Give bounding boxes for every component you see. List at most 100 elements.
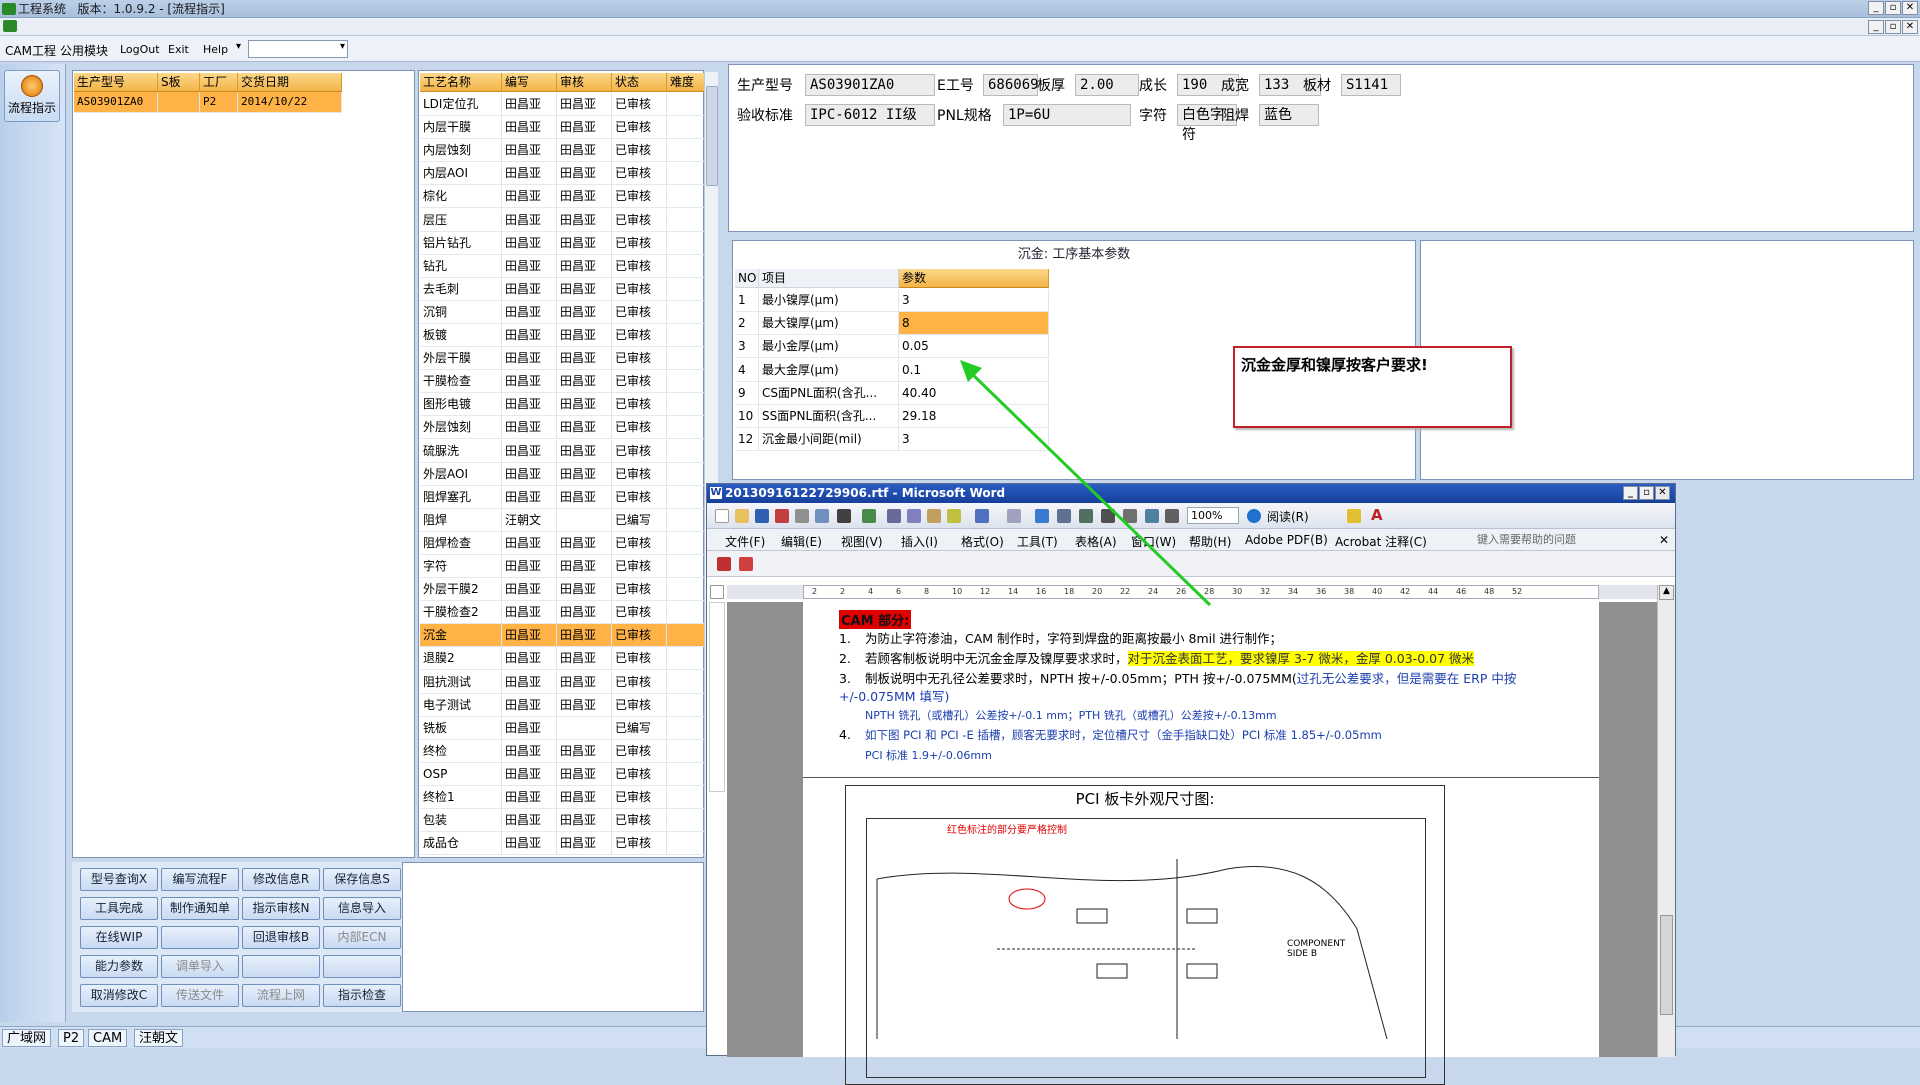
action-button[interactable]: 传送文件 — [161, 984, 239, 1007]
table-cell[interactable]: 已审核 — [612, 739, 667, 763]
table-cell[interactable]: 田昌亚 — [502, 555, 557, 578]
table-cell[interactable]: 田昌亚 — [502, 739, 557, 763]
field-value[interactable]: 1P=6U — [1003, 104, 1131, 126]
table-cell[interactable]: 电子测试 — [420, 693, 502, 717]
table-cell[interactable] — [557, 508, 612, 532]
table-cell[interactable] — [667, 647, 705, 671]
word-menu-close-icon[interactable]: ✕ — [1659, 533, 1669, 547]
word-minimize-icon[interactable]: _ — [1623, 486, 1638, 500]
table-cell[interactable] — [667, 601, 705, 625]
grid-header[interactable]: 项目 — [759, 269, 899, 288]
table-cell[interactable]: 已审核 — [612, 670, 667, 694]
table-cell[interactable]: 田昌亚 — [557, 555, 612, 578]
table-cell[interactable]: 田昌亚 — [502, 786, 557, 809]
table-cell[interactable]: 8 — [899, 312, 1049, 336]
table-cell[interactable]: 田昌亚 — [557, 624, 612, 648]
table-cell[interactable] — [667, 185, 705, 209]
table-cell[interactable] — [667, 324, 705, 347]
table-cell[interactable]: 田昌亚 — [502, 347, 557, 371]
table-cell[interactable]: 已审核 — [612, 531, 667, 555]
table-cell[interactable] — [667, 462, 705, 486]
table-cell[interactable]: 田昌亚 — [502, 416, 557, 440]
table-cell[interactable]: 田昌亚 — [557, 670, 612, 694]
table-cell[interactable] — [667, 670, 705, 694]
table-cell[interactable]: 田昌亚 — [557, 416, 612, 440]
table-cell[interactable]: 田昌亚 — [502, 809, 557, 833]
table-cell[interactable]: 已审核 — [612, 116, 667, 140]
action-button[interactable]: 修改信息R — [242, 868, 320, 891]
table-cell[interactable]: 田昌亚 — [557, 116, 612, 140]
table-cell[interactable]: 田昌亚 — [557, 601, 612, 625]
table-cell[interactable]: 2014/10/22 — [238, 92, 342, 113]
table-cell[interactable]: 终检 — [420, 739, 502, 763]
table-cell[interactable]: 田昌亚 — [557, 393, 612, 417]
table-cell[interactable]: 已审核 — [612, 324, 667, 347]
table-cell[interactable]: 硫脲洗 — [420, 439, 502, 463]
action-button[interactable]: 指示检查 — [323, 984, 401, 1007]
table-cell[interactable]: 包装 — [420, 809, 502, 833]
table-cell[interactable]: 汪朝文 — [502, 508, 557, 532]
action-button[interactable]: 流程上网 — [242, 984, 320, 1007]
spell-icon[interactable] — [862, 509, 876, 523]
tab-selector[interactable] — [710, 585, 724, 599]
paste-icon[interactable] — [927, 509, 941, 523]
table-cell[interactable]: 田昌亚 — [557, 324, 612, 347]
table-cell[interactable]: 已审核 — [612, 809, 667, 833]
table-cell[interactable]: 已审核 — [612, 624, 667, 648]
grid-header[interactable]: 审核 — [557, 73, 612, 92]
table-cell[interactable] — [667, 231, 705, 255]
table-cell[interactable]: 已审核 — [612, 254, 667, 278]
scroll-up-icon[interactable]: ▲ — [1659, 585, 1674, 600]
table-cell[interactable] — [667, 439, 705, 463]
table-cell[interactable]: 田昌亚 — [502, 832, 557, 856]
table-cell[interactable]: 田昌亚 — [557, 231, 612, 255]
action-button[interactable]: 型号查询X — [80, 868, 158, 891]
table-cell[interactable]: 阻抗测试 — [420, 670, 502, 694]
table-cell[interactable]: 田昌亚 — [502, 716, 557, 740]
word-menu-item[interactable]: 插入(I) — [901, 533, 938, 550]
table-cell[interactable]: 已审核 — [612, 93, 667, 116]
table-cell[interactable]: 已审核 — [612, 347, 667, 371]
grid-header[interactable]: 状态 — [612, 73, 667, 92]
menu-cam[interactable]: CAM工程 — [5, 42, 56, 59]
table-cell[interactable]: 田昌亚 — [502, 647, 557, 671]
table-cell[interactable]: 已审核 — [612, 439, 667, 463]
permission-icon[interactable] — [775, 509, 789, 523]
table-cell[interactable] — [667, 416, 705, 440]
table-cell[interactable]: 内层蚀刻 — [420, 139, 502, 163]
word-menu-item[interactable]: Adobe PDF(B) — [1245, 533, 1328, 547]
action-button[interactable]: 取消修改C — [80, 984, 158, 1007]
table-cell[interactable]: 棕化 — [420, 185, 502, 209]
table-cell[interactable] — [667, 739, 705, 763]
action-button[interactable]: 内部ECN — [323, 926, 401, 949]
table-cell[interactable]: 成品仓 — [420, 832, 502, 856]
table-cell[interactable]: 田昌亚 — [557, 832, 612, 856]
table-cell[interactable]: 田昌亚 — [557, 462, 612, 486]
action-button[interactable]: 工具完成 — [80, 897, 158, 920]
table-cell[interactable]: 田昌亚 — [502, 162, 557, 186]
table-cell[interactable] — [667, 693, 705, 717]
maximize-icon[interactable]: ▫ — [1885, 1, 1901, 15]
table-cell[interactable]: 0.05 — [899, 335, 1049, 359]
word-close-icon[interactable]: ✕ — [1655, 486, 1670, 500]
table-cell[interactable]: 已审核 — [612, 485, 667, 509]
table-cell[interactable]: 已编写 — [612, 508, 667, 532]
copy-icon[interactable] — [907, 509, 921, 523]
action-button[interactable]: 保存信息S — [323, 868, 401, 891]
table-cell[interactable]: 铝片钻孔 — [420, 231, 502, 255]
table-cell[interactable]: 田昌亚 — [502, 254, 557, 278]
table-cell[interactable]: 已审核 — [612, 393, 667, 417]
grid-header[interactable]: 编写 — [502, 73, 557, 92]
table-cell[interactable] — [667, 162, 705, 186]
table-cell[interactable]: 已审核 — [612, 370, 667, 394]
table-cell[interactable]: 层压 — [420, 208, 502, 232]
help-search-input[interactable]: 键入需要帮助的问题 — [1477, 531, 1657, 549]
close-icon[interactable]: ✕ — [1902, 1, 1918, 15]
table-cell[interactable]: 外层干膜 — [420, 347, 502, 371]
table-cell[interactable]: 田昌亚 — [502, 370, 557, 394]
save-icon[interactable] — [755, 509, 769, 523]
table-cell[interactable]: 已审核 — [612, 208, 667, 232]
table-cell[interactable] — [158, 92, 200, 113]
table-cell[interactable]: 田昌亚 — [502, 277, 557, 301]
help-chevron-icon[interactable]: ▾ — [236, 41, 241, 52]
